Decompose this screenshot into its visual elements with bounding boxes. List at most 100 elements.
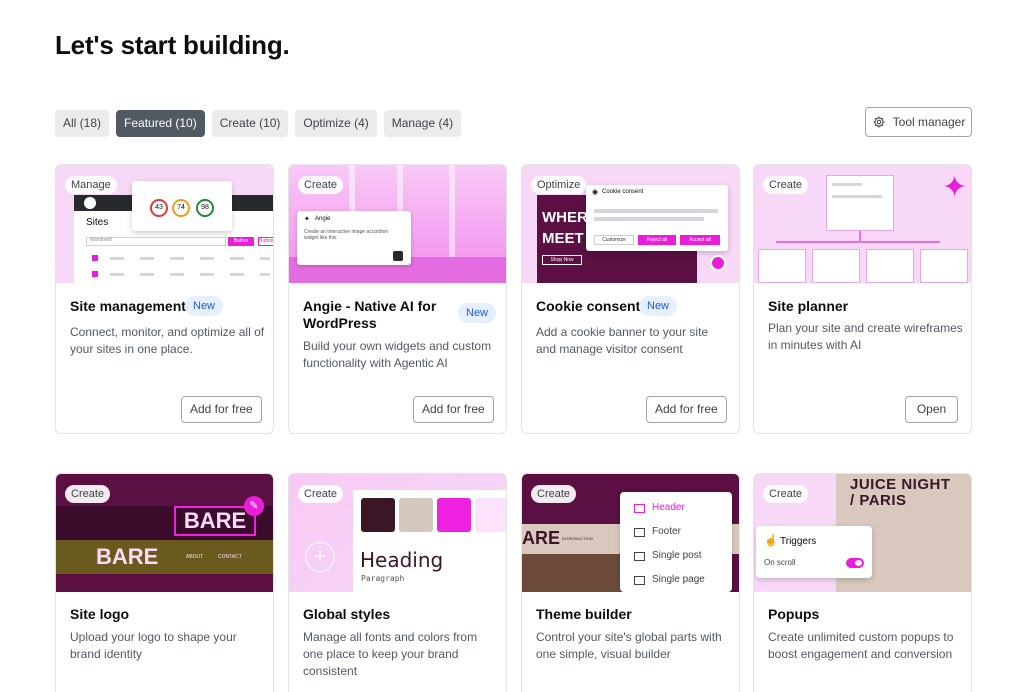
site-planner-thumbnail: Create ✦ — [754, 165, 971, 283]
category-badge: Create — [531, 485, 577, 503]
tool-manager-label: Tool manager — [892, 115, 966, 129]
mock-nav-text: INTRODUCTION — [562, 536, 593, 541]
card-description: Plan your site and create wireframes in … — [768, 321, 963, 352]
wireframe-line — [832, 183, 862, 186]
open-button[interactable]: Open — [905, 396, 958, 423]
wireframe-child — [812, 249, 860, 283]
tool-manager-button[interactable]: Tool manager — [865, 107, 972, 137]
tab-all[interactable]: All (18) — [55, 110, 110, 137]
new-badge: New — [639, 296, 678, 316]
mock-partial-heading: ARE — [522, 528, 561, 548]
card-description: Upload your logo to shape your brand ide… — [70, 630, 237, 661]
footer-icon — [634, 528, 645, 537]
angie-prompt-text: Create an interactive image accordion wi… — [304, 229, 389, 241]
card-site-logo: Create BARE ✎ BARE ABOUT CONTACT Site lo… — [55, 473, 274, 692]
reject-all-button: Reject all — [638, 235, 676, 245]
mock-logo-icon — [84, 197, 96, 209]
sparkle-icon: ✦ — [942, 171, 968, 204]
card-title: Popups — [768, 606, 820, 622]
send-icon — [393, 251, 403, 261]
card-title: Site planner — [768, 298, 849, 314]
mock-image — [522, 554, 622, 592]
score-gauge: 43 — [150, 199, 168, 217]
pencil-icon: ✎ — [244, 496, 264, 516]
card-description: Manage all fonts and colors from one pla… — [303, 630, 478, 678]
add-for-free-button[interactable]: Add for free — [646, 396, 727, 423]
mock-search-text: Wordrsed — [90, 237, 112, 243]
card-title: Angie - Native AI for WordPress — [303, 298, 437, 331]
card-title: Global styles — [303, 606, 391, 622]
logo-text-large: BARE — [96, 544, 159, 569]
heading-sample: Heading — [360, 548, 444, 572]
menu-item-footer: Footer — [652, 526, 681, 537]
menu-item-single-post: Single post — [652, 550, 702, 561]
paragraph-sample: Paragraph — [361, 574, 405, 583]
new-badge: New — [458, 303, 497, 323]
color-swatch — [475, 498, 506, 532]
plus-icon: + — [305, 542, 335, 572]
filter-tabs: All (18) Featured (10) Create (10) Optim… — [55, 110, 462, 137]
category-badge: Manage — [65, 176, 117, 194]
category-badge: Create — [298, 485, 344, 503]
dialog-text-line — [594, 209, 718, 213]
card-description: Build your own widgets and custom functi… — [303, 339, 492, 370]
wireframe-child — [758, 249, 806, 283]
card-angie: Create Angie ✦ Create an interactive ima… — [288, 164, 507, 434]
poster-line-2: / PARIS — [850, 492, 907, 509]
card-site-planner: Create ✦ Site planner Plan your site and… — [753, 164, 972, 434]
category-badge: Create — [763, 485, 809, 503]
toggle-knob — [855, 560, 862, 566]
gear-icon — [873, 116, 885, 128]
global-styles-thumbnail: Create + Heading Paragraph — [289, 474, 506, 592]
popups-thumbnail: Create JUICE NIGHT / PARIS ☝ Triggers On… — [754, 474, 971, 592]
single-post-icon — [634, 552, 645, 561]
card-description: Control your site's global parts with on… — [536, 630, 722, 661]
add-for-free-button[interactable]: Add for free — [413, 396, 494, 423]
single-page-icon — [634, 576, 645, 585]
score-gauge: 74 — [172, 199, 190, 217]
header-icon — [634, 504, 645, 513]
card-description: Connect, monitor, and optimize all of yo… — [70, 325, 265, 356]
logo-preview: BARE — [174, 506, 256, 536]
card-global-styles: Create + Heading Paragraph Global styles… — [288, 473, 507, 692]
category-badge: Create — [763, 176, 809, 194]
angie-thumbnail: Create Angie ✦ Create an interactive ima… — [289, 165, 506, 283]
tab-featured[interactable]: Featured (10) — [116, 110, 205, 137]
customize-button: Customize — [594, 235, 634, 245]
color-swatch — [437, 498, 471, 532]
nav-contact: CONTACT — [218, 554, 242, 560]
cookie-icon: ◉ — [592, 189, 599, 196]
menu-item-single-page: Single page — [652, 574, 705, 585]
card-site-management: Manage Sites Wordrsed Button Button 43 7… — [55, 164, 274, 434]
on-scroll-label: On scroll — [764, 558, 796, 567]
cookie-consent-thumbnail: Optimize WHER MEET Shop Now ◉ Cookie con… — [522, 165, 739, 283]
poster-line-1: JUICE NIGHT — [850, 476, 951, 493]
angie-name: Angie — [315, 216, 331, 222]
cookie-fab-icon — [710, 255, 726, 271]
mock-row — [110, 273, 270, 276]
mock-checkbox — [92, 271, 98, 277]
tab-manage[interactable]: Manage (4) — [383, 110, 462, 137]
site-logo-thumbnail: Create BARE ✎ BARE ABOUT CONTACT — [56, 474, 273, 592]
card-title: Site logo — [70, 606, 130, 622]
add-for-free-button[interactable]: Add for free — [181, 396, 262, 423]
tab-optimize[interactable]: Optimize (4) — [295, 110, 377, 137]
pointer-icon: ☝ — [764, 535, 778, 547]
card-description: Create unlimited custom popups to boost … — [768, 630, 954, 661]
category-badge: Optimize — [531, 176, 587, 194]
mock-button-b: Button — [258, 237, 273, 246]
card-title: Theme builder — [536, 606, 632, 622]
cookie-dialog-title: Cookie consent — [602, 189, 644, 195]
color-swatch — [399, 498, 433, 532]
nav-about: ABOUT — [186, 554, 204, 560]
mock-checkbox — [92, 255, 98, 261]
tab-create[interactable]: Create (10) — [211, 110, 289, 137]
category-badge: Create — [65, 485, 111, 503]
sites-label: Sites — [86, 217, 109, 228]
new-badge: New — [185, 296, 224, 316]
score-gauge: 98 — [196, 199, 214, 217]
color-swatch — [361, 498, 395, 532]
wireframe-line — [832, 195, 882, 198]
mock-row — [110, 257, 270, 260]
theme-builder-thumbnail: Create ARE INTRODUCTION Header Footer Si… — [522, 474, 739, 592]
